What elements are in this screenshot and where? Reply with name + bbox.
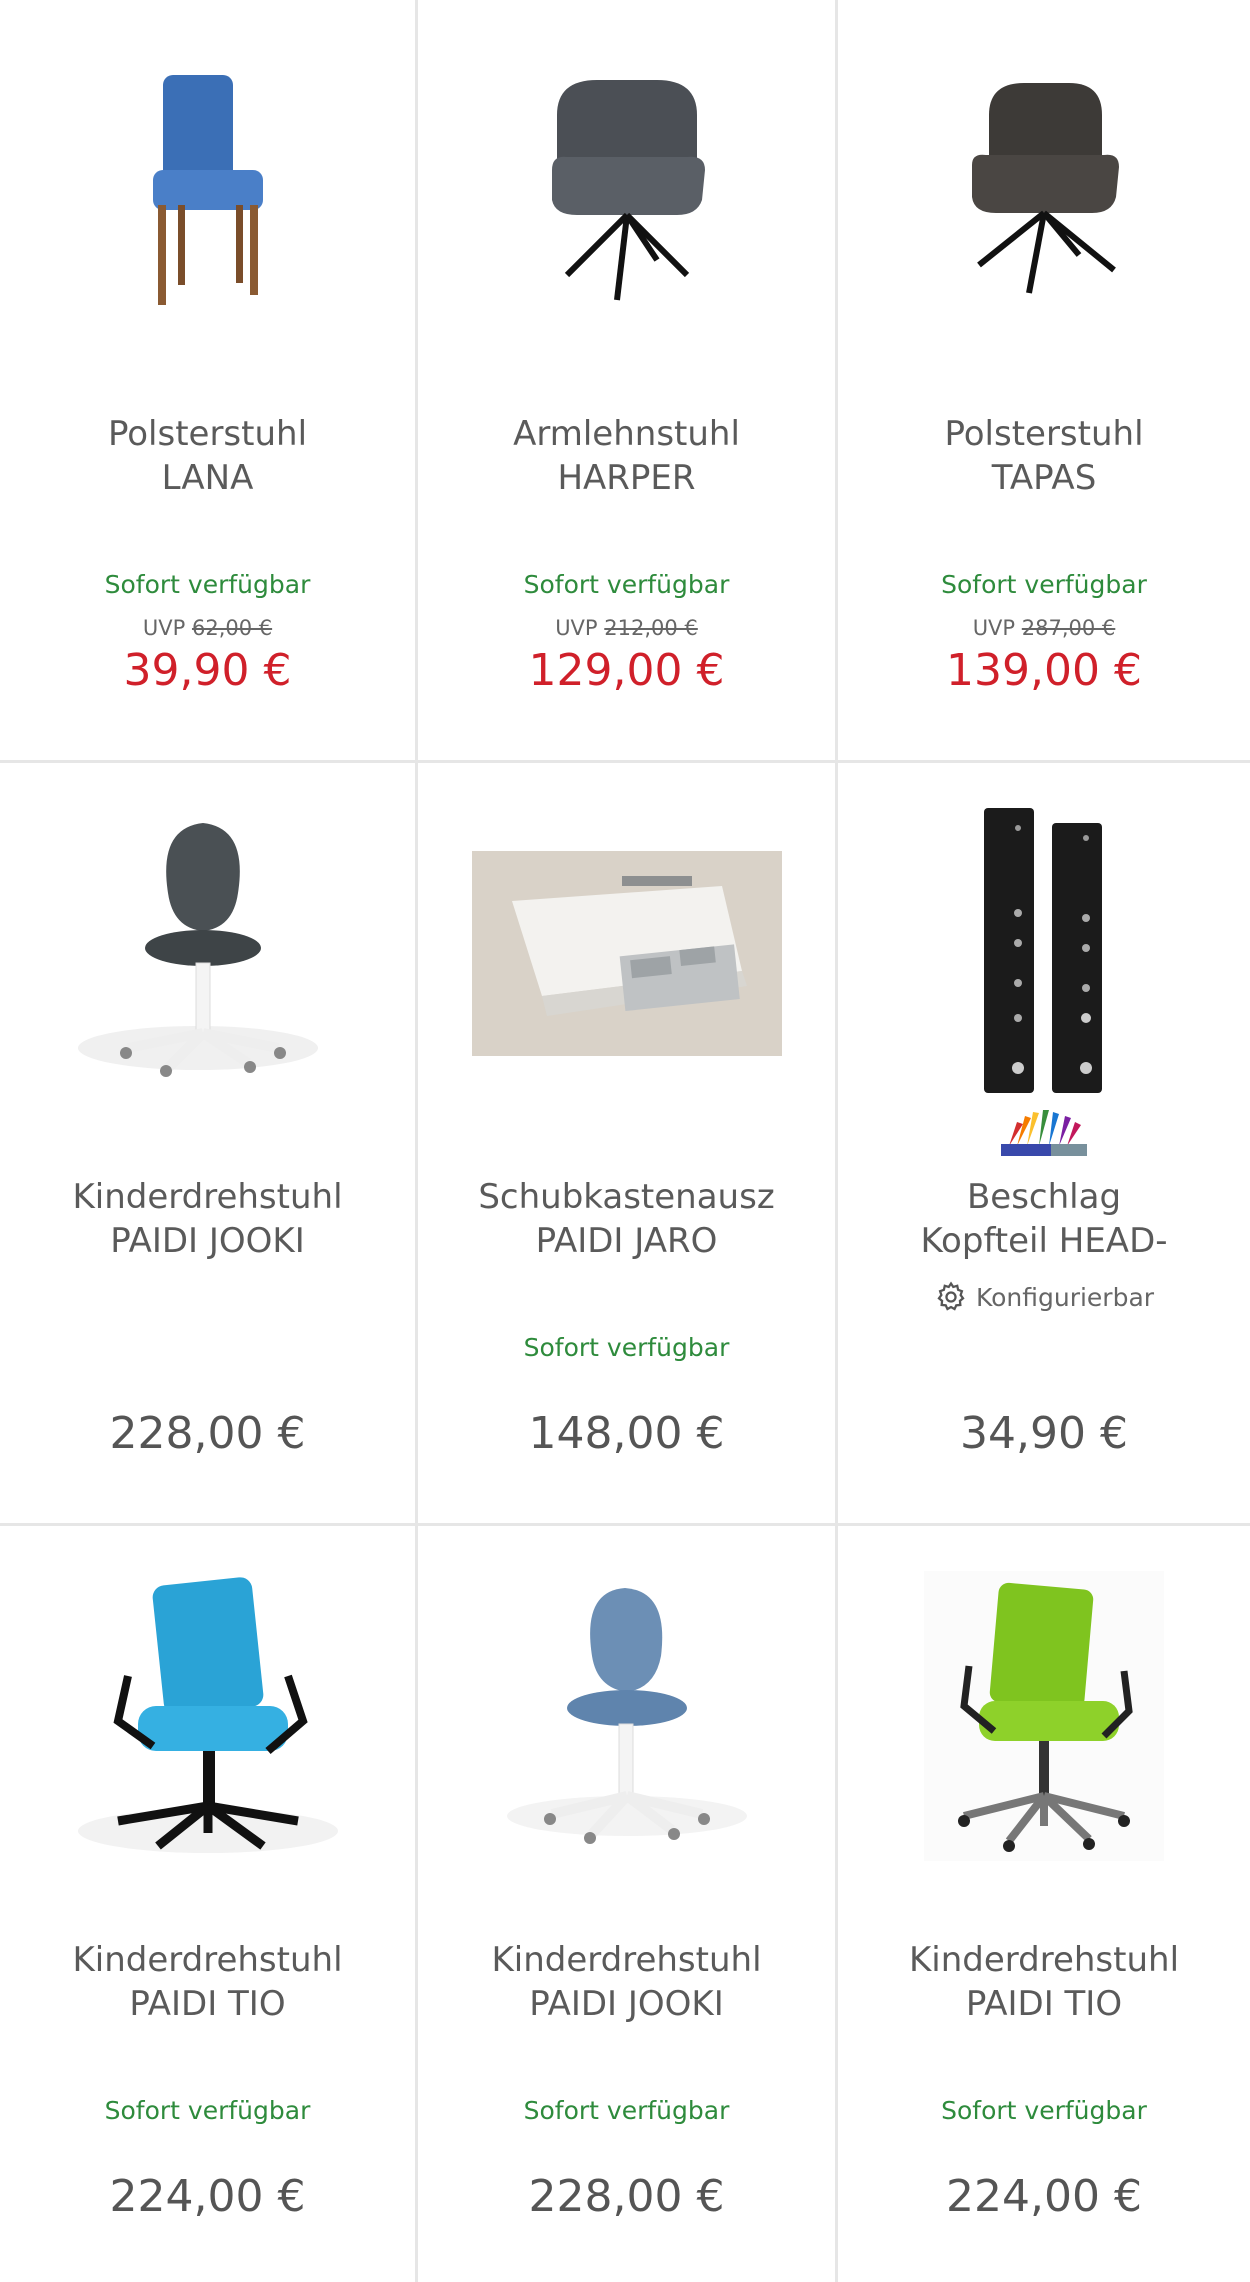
availability-label: Sofort verfügbar <box>523 2096 730 2125</box>
product-title-line2: PAIDI TIO <box>965 1984 1123 2024</box>
product-title[interactable]: Polsterstuhl LANA <box>10 412 405 500</box>
product-title-line1: Kinderdrehstuhl <box>72 1940 343 1980</box>
availability-label: Sofort verfügbar <box>941 2096 1147 2125</box>
product-title[interactable]: Kinderdrehstuhl PAIDI TIO <box>10 1938 405 2026</box>
product-title[interactable]: Armlehnstuhl HARPER <box>428 412 825 500</box>
product-card[interactable]: Polsterstuhl TAPAS Sofort verfügbar UVP … <box>838 0 1250 763</box>
product-title-line1: Armlehnstuhl <box>513 414 740 454</box>
availability-label: Sofort verfügbar <box>104 2096 311 2125</box>
product-title-line1: Kinderdrehstuhl <box>491 1940 762 1980</box>
configurable-label: Konfigurierbar <box>975 1282 1155 1312</box>
product-title-line1: Kinderdrehstuhl <box>72 1177 343 1217</box>
product-card[interactable]: Kinderdrehstuhl PAIDI JOOKI 228,00 € <box>0 763 418 1526</box>
configurable-badge: Konfigurierbar <box>838 1280 1250 1314</box>
product-grid: Polsterstuhl LANA Sofort verfügbar UVP 6… <box>0 0 1250 2282</box>
uvp-price: UVP 212,00 € <box>418 616 835 640</box>
product-title-line1: Polsterstuhl <box>107 414 308 454</box>
availability-label: Sofort verfügbar <box>104 570 311 599</box>
product-title-line2: PAIDI JARO <box>535 1221 718 1261</box>
product-title-line2: TAPAS <box>991 458 1097 498</box>
product-image[interactable] <box>0 803 415 1103</box>
product-title-line2: PAIDI JOOKI <box>110 1221 305 1261</box>
availability-label: Sofort verfügbar <box>941 570 1147 599</box>
sale-price: 129,00 € <box>528 645 725 696</box>
product-card[interactable]: Beschlag Kopfteil HEAD- Konfigurierbar 3… <box>838 763 1250 1526</box>
availability-label: Sofort verfügbar <box>523 570 730 599</box>
product-title-line1: Schubkastenausz <box>478 1177 775 1217</box>
product-card[interactable]: Armlehnstuhl HARPER Sofort verfügbar UVP… <box>418 0 838 763</box>
uvp-price: UVP 287,00 € <box>838 616 1250 640</box>
product-title-line1: Beschlag <box>966 1177 1122 1217</box>
price: 228,00 € <box>528 2171 725 2222</box>
uvp-label: UVP <box>972 616 1016 640</box>
product-image[interactable] <box>838 1566 1250 1866</box>
uvp-old-price: 62,00 € <box>191 616 273 640</box>
product-card[interactable]: Polsterstuhl LANA Sofort verfügbar UVP 6… <box>0 0 418 763</box>
price: 224,00 € <box>946 2171 1142 2222</box>
product-image[interactable] <box>0 1566 415 1866</box>
product-title[interactable]: Kinderdrehstuhl PAIDI JOOKI <box>10 1175 405 1263</box>
availability-label: Sofort verfügbar <box>523 1333 730 1362</box>
uvp-old-price: 212,00 € <box>604 616 698 640</box>
product-card[interactable]: Kinderdrehstuhl PAIDI TIO Sofort verfügb… <box>838 1526 1250 2282</box>
sale-price: 139,00 € <box>946 645 1142 696</box>
sale-price: 39,90 € <box>123 645 292 696</box>
product-title[interactable]: Polsterstuhl TAPAS <box>848 412 1240 500</box>
product-title[interactable]: Kinderdrehstuhl PAIDI TIO <box>848 1938 1240 2026</box>
price: 228,00 € <box>109 1408 306 1459</box>
product-title-line2: PAIDI JOOKI <box>529 1984 724 2024</box>
product-title[interactable]: Schubkastenausz PAIDI JARO <box>428 1175 825 1263</box>
product-image[interactable] <box>418 40 835 340</box>
product-card[interactable]: Kinderdrehstuhl PAIDI JOOKI Sofort verfü… <box>418 1526 838 2282</box>
uvp-price: UVP 62,00 € <box>0 616 415 640</box>
product-title-line2: PAIDI TIO <box>129 1984 286 2024</box>
uvp-label: UVP <box>142 616 186 640</box>
product-title-line2: LANA <box>161 458 254 498</box>
product-image[interactable] <box>838 40 1250 340</box>
price: 34,90 € <box>960 1408 1128 1459</box>
gear-icon <box>937 1281 965 1311</box>
product-image[interactable] <box>418 1566 835 1866</box>
product-image[interactable] <box>0 40 415 340</box>
price: 224,00 € <box>109 2171 306 2222</box>
product-image[interactable] <box>838 803 1250 1103</box>
product-title-line1: Kinderdrehstuhl <box>908 1940 1180 1980</box>
product-title-line2: HARPER <box>557 458 696 498</box>
product-title[interactable]: Beschlag Kopfteil HEAD- <box>848 1175 1240 1263</box>
product-card[interactable]: Schubkastenausz PAIDI JARO Sofort verfüg… <box>418 763 838 1526</box>
product-title[interactable]: Kinderdrehstuhl PAIDI JOOKI <box>428 1938 825 2026</box>
price: 148,00 € <box>528 1408 725 1459</box>
product-card[interactable]: Kinderdrehstuhl PAIDI TIO Sofort verfügb… <box>0 1526 418 2282</box>
product-title-line1: Polsterstuhl <box>944 414 1144 454</box>
product-title-line2: Kopfteil HEAD- <box>920 1221 1168 1261</box>
uvp-label: UVP <box>555 616 598 640</box>
uvp-old-price: 287,00 € <box>1021 616 1116 640</box>
product-image[interactable] <box>418 803 835 1103</box>
color-palette-icon <box>838 1108 1250 1156</box>
